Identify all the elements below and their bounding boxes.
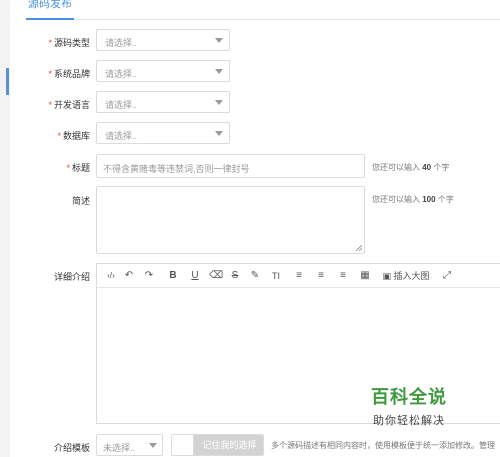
summary-label: 简述 — [0, 194, 90, 207]
title-label-text: 标题 — [71, 163, 90, 173]
summary-hint-suffix: 个字 — [437, 195, 454, 204]
align-right-icon[interactable]: ≡ — [337, 269, 349, 283]
database-label: * 数据库 — [0, 129, 90, 142]
source-code-icon[interactable]: ‹/› — [103, 269, 119, 283]
detail-label: 详细介绍 — [0, 270, 90, 283]
summary-hint-prefix: 您还可以输入 — [372, 195, 420, 204]
language-label-text: 开发语言 — [53, 100, 90, 110]
tab-bar: 源码发布 — [26, 0, 500, 20]
bold-icon[interactable]: B — [167, 269, 179, 283]
chevron-down-icon — [149, 443, 157, 448]
database-label-text: 数据库 — [62, 131, 90, 141]
source-type-select[interactable]: 请选择.. — [96, 29, 230, 51]
underline-icon[interactable]: U — [189, 269, 201, 283]
toggle-knob — [172, 435, 194, 455]
template-label: 介绍模板 — [0, 441, 90, 454]
watermark-title: 百科全说 — [371, 387, 447, 407]
title-input[interactable]: 不得含黄赌毒等违禁词,否则一律封号 — [96, 154, 365, 178]
title-hint-suffix: 个字 — [433, 163, 450, 172]
image-icon: ▣ — [382, 271, 391, 281]
watermark-logo: 百科全说 助你轻松解决 — [349, 383, 469, 428]
template-placeholder: 未选择.. — [103, 443, 136, 453]
template-label-text: 介绍模板 — [53, 443, 90, 453]
title-hint: 您还可以输入 40 个字 — [372, 162, 449, 173]
chevron-down-icon — [215, 38, 223, 43]
redo-icon[interactable]: ↷ — [143, 269, 155, 283]
eraser-icon[interactable]: ⌫ — [209, 269, 223, 283]
summary-hint: 您还可以输入 100 个字 — [372, 194, 454, 205]
title-label: * 标题 — [0, 161, 90, 174]
chevron-down-icon — [215, 131, 223, 136]
language-select[interactable]: 请选择.. — [96, 91, 230, 113]
template-select[interactable]: 未选择.. — [96, 434, 163, 456]
brand-label: * 系统品牌 — [0, 67, 90, 80]
undo-icon[interactable]: ↶ — [123, 269, 135, 283]
required-mark: * — [48, 38, 52, 48]
strikethrough-icon[interactable]: S — [229, 269, 241, 283]
chevron-down-icon — [215, 100, 223, 105]
summary-textarea[interactable] — [96, 186, 365, 254]
title-hint-prefix: 您还可以输入 — [372, 163, 420, 172]
required-mark: * — [66, 163, 70, 173]
editor-toolbar: ‹/› ↶ ↷ B U ⌫ S ✎ TI ≡ ≡ ≡ ▦ ▣ 插入大图 ⤢ — [97, 264, 500, 288]
language-placeholder: 请选择.. — [105, 100, 138, 110]
fullscreen-icon[interactable]: ⤢ — [441, 269, 453, 283]
remember-choice-label: 记住我的选择 — [194, 435, 263, 455]
brand-label-text: 系统品牌 — [53, 69, 90, 79]
summary-hint-count: 100 — [422, 195, 436, 204]
detail-label-text: 详细介绍 — [53, 272, 90, 282]
title-hint-count: 40 — [422, 163, 432, 172]
required-mark: * — [57, 131, 61, 141]
remember-choice-toggle[interactable]: 记住我的选择 — [171, 434, 264, 456]
watermark-subtitle: 助你轻松解决 — [373, 415, 445, 427]
font-size-icon[interactable]: TI — [269, 269, 283, 283]
source-type-label: * 源码类型 — [0, 36, 90, 49]
language-label: * 开发语言 — [0, 98, 90, 111]
title-placeholder: 不得含黄赌毒等违禁词,否则一律封号 — [103, 164, 250, 174]
align-center-icon[interactable]: ≡ — [315, 269, 327, 283]
template-hint: 多个源码描述有相同内容时，使用模板便于统一添加修改。管理 — [271, 441, 495, 450]
brand-placeholder: 请选择.. — [105, 69, 138, 79]
database-select[interactable]: 请选择.. — [96, 122, 230, 144]
source-type-label-text: 源码类型 — [53, 38, 90, 48]
source-type-placeholder: 请选择.. — [105, 38, 138, 48]
required-mark: * — [48, 69, 52, 79]
brand-select[interactable]: 请选择.. — [96, 60, 230, 82]
database-placeholder: 请选择.. — [105, 131, 138, 141]
insert-image-label: 插入大图 — [393, 271, 430, 281]
required-mark: * — [48, 100, 52, 110]
chevron-down-icon — [215, 69, 223, 74]
insert-image-button[interactable]: ▣ 插入大图 — [381, 269, 431, 283]
table-icon[interactable]: ▦ — [359, 269, 371, 283]
tab-source-publish[interactable]: 源码发布 — [26, 0, 74, 20]
resize-grip-icon[interactable] — [356, 245, 362, 251]
summary-label-text: 简述 — [71, 196, 90, 206]
pen-icon[interactable]: ✎ — [249, 269, 261, 283]
align-left-icon[interactable]: ≡ — [293, 269, 305, 283]
